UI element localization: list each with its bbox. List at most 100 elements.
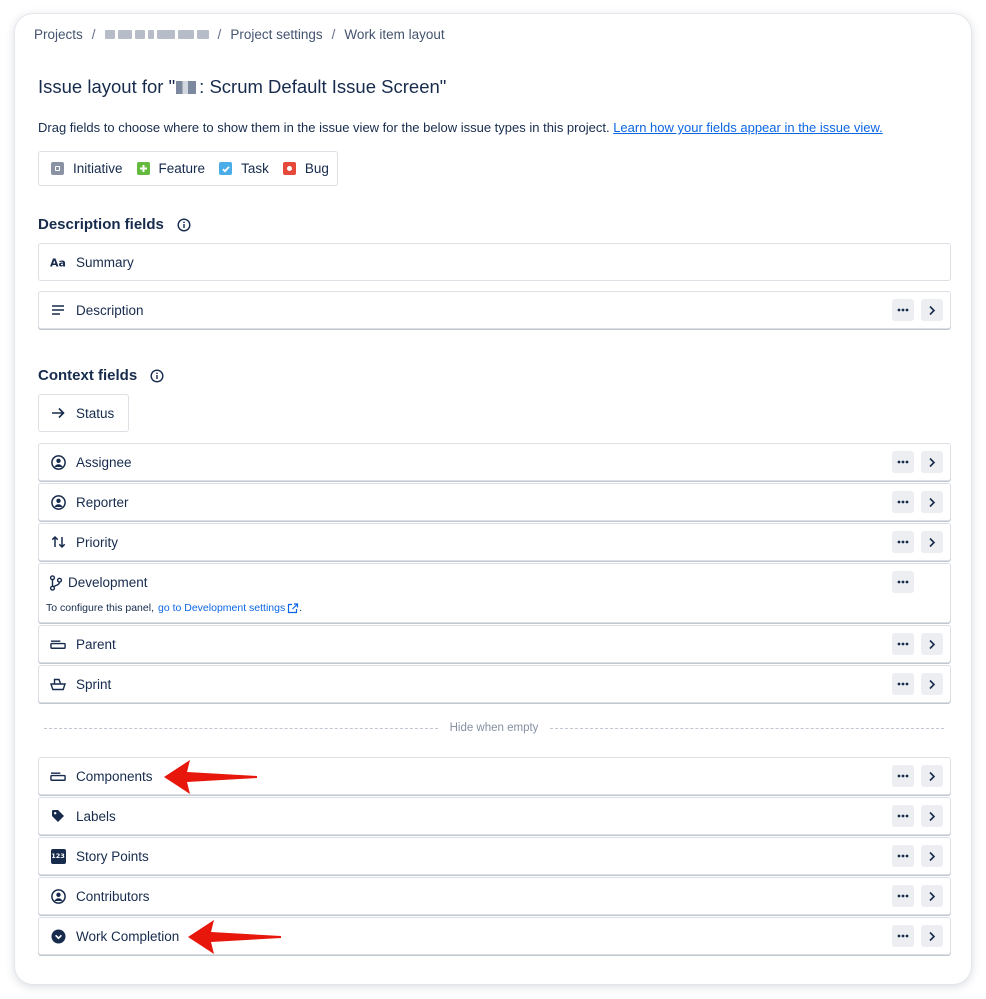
field-parent[interactable]: Parent — [38, 625, 951, 663]
issue-types-list: Initiative Feature Task Bug — [38, 151, 338, 186]
parent-icon — [50, 636, 66, 652]
hide-when-empty-label: Hide when empty — [449, 722, 539, 734]
expand-field-button[interactable] — [921, 673, 943, 695]
priority-arrows-icon — [50, 534, 66, 550]
field-label: Reporter — [76, 494, 129, 510]
field-actions — [892, 805, 943, 827]
development-note: To configure this panel, go to Developme… — [46, 602, 302, 614]
breadcrumb-separator: / — [91, 27, 96, 42]
expand-field-button[interactable] — [921, 925, 943, 947]
more-options-button[interactable] — [892, 845, 914, 867]
field-label: Story Points — [76, 848, 149, 864]
issue-type-label: Bug — [304, 161, 329, 176]
breadcrumb-project-settings[interactable]: Project settings — [230, 27, 322, 42]
field-reporter[interactable]: Reporter — [38, 483, 951, 521]
field-story-points[interactable]: 123 Story Points — [38, 837, 951, 875]
field-actions — [892, 633, 943, 655]
issue-type-label: Initiative — [73, 161, 123, 176]
expand-field-button[interactable] — [921, 633, 943, 655]
number-icon: 123 — [50, 848, 66, 864]
divider-line — [44, 727, 438, 729]
field-actions — [892, 451, 943, 473]
task-icon — [219, 162, 233, 175]
development-note-text: To configure this panel, — [46, 602, 154, 614]
person-circle-icon — [50, 888, 66, 904]
field-sprint[interactable]: Sprint — [38, 665, 951, 703]
field-priority[interactable]: Priority — [38, 523, 951, 561]
breadcrumb-current[interactable]: Work item layout — [344, 27, 444, 42]
more-options-button[interactable] — [892, 451, 914, 473]
initiative-icon — [51, 162, 64, 175]
issue-type-feature: Feature — [136, 161, 206, 176]
page-title-prefix: Issue layout for " — [38, 76, 176, 97]
field-work-completion[interactable]: Work Completion — [38, 917, 951, 955]
field-contributors[interactable]: Contributors — [38, 877, 951, 915]
field-actions — [892, 845, 943, 867]
more-options-button[interactable] — [892, 925, 914, 947]
expand-field-button[interactable] — [921, 765, 943, 787]
field-label: Sprint — [76, 676, 112, 692]
hide-when-empty-divider: Hide when empty — [44, 720, 945, 736]
issue-type-label: Task — [241, 161, 269, 176]
field-label: Description — [76, 302, 144, 318]
field-development[interactable]: Development To configure this panel, go … — [38, 563, 951, 623]
feature-icon — [136, 162, 150, 175]
field-labels[interactable]: Labels — [38, 797, 951, 835]
person-circle-icon — [50, 454, 66, 470]
section-heading-text: Context fields — [38, 367, 138, 384]
field-actions — [892, 571, 943, 593]
breadcrumb-separator: / — [331, 27, 336, 42]
expand-field-button[interactable] — [921, 451, 943, 473]
text-format-icon: Aa — [50, 254, 66, 270]
field-label: Development — [68, 575, 148, 590]
more-options-button[interactable] — [892, 673, 914, 695]
annotation-arrow-icon — [188, 920, 281, 954]
expand-field-button[interactable] — [921, 805, 943, 827]
issue-type-label: Feature — [158, 161, 206, 176]
field-summary[interactable]: Aa Summary — [38, 243, 951, 281]
field-actions — [892, 925, 943, 947]
person-circle-icon — [50, 494, 66, 510]
issue-type-initiative: Initiative — [51, 161, 123, 176]
field-status[interactable]: Status — [38, 394, 129, 432]
field-label: Assignee — [76, 454, 132, 470]
field-label: Priority — [76, 534, 119, 550]
issue-type-task: Task — [219, 161, 269, 176]
more-options-button[interactable] — [892, 491, 914, 513]
svg-text:Aa: Aa — [50, 257, 66, 269]
field-label: Summary — [76, 254, 134, 270]
expand-field-button[interactable] — [921, 845, 943, 867]
field-actions — [892, 673, 943, 695]
expand-field-button[interactable] — [921, 885, 943, 907]
page-title-suffix: : Scrum Default Issue Screen" — [199, 76, 447, 97]
more-options-button[interactable] — [892, 633, 914, 655]
more-options-button[interactable] — [892, 571, 914, 593]
field-label: Parent — [76, 636, 116, 652]
number-icon-text: 123 — [50, 848, 66, 864]
issue-type-bug: Bug — [282, 161, 329, 176]
development-note-suffix: . — [299, 602, 303, 614]
external-link-icon[interactable] — [287, 602, 299, 614]
more-options-button[interactable] — [892, 299, 914, 321]
more-options-button[interactable] — [892, 805, 914, 827]
branch-icon — [48, 575, 64, 591]
field-description[interactable]: Description — [38, 291, 951, 329]
info-icon[interactable] — [150, 368, 164, 383]
breadcrumb-projects[interactable]: Projects — [34, 27, 83, 42]
expand-field-button[interactable] — [921, 299, 943, 321]
learn-more-link[interactable]: Learn how your fields appear in the issu… — [613, 120, 883, 135]
expand-field-button[interactable] — [921, 491, 943, 513]
more-options-button[interactable] — [892, 885, 914, 907]
page-description-text: Drag fields to choose where to show them… — [38, 120, 614, 135]
breadcrumb-project-name-redacted[interactable] — [104, 30, 209, 39]
development-settings-link[interactable]: go to Development settings — [158, 602, 285, 614]
component-icon — [50, 768, 66, 784]
page-description: Drag fields to choose where to show them… — [38, 120, 883, 135]
more-options-button[interactable] — [892, 765, 914, 787]
more-options-button[interactable] — [892, 531, 914, 553]
field-assignee[interactable]: Assignee — [38, 443, 951, 481]
field-label: Components — [76, 768, 153, 784]
info-icon[interactable] — [177, 217, 191, 232]
expand-field-button[interactable] — [921, 531, 943, 553]
field-label: Labels — [76, 808, 116, 824]
